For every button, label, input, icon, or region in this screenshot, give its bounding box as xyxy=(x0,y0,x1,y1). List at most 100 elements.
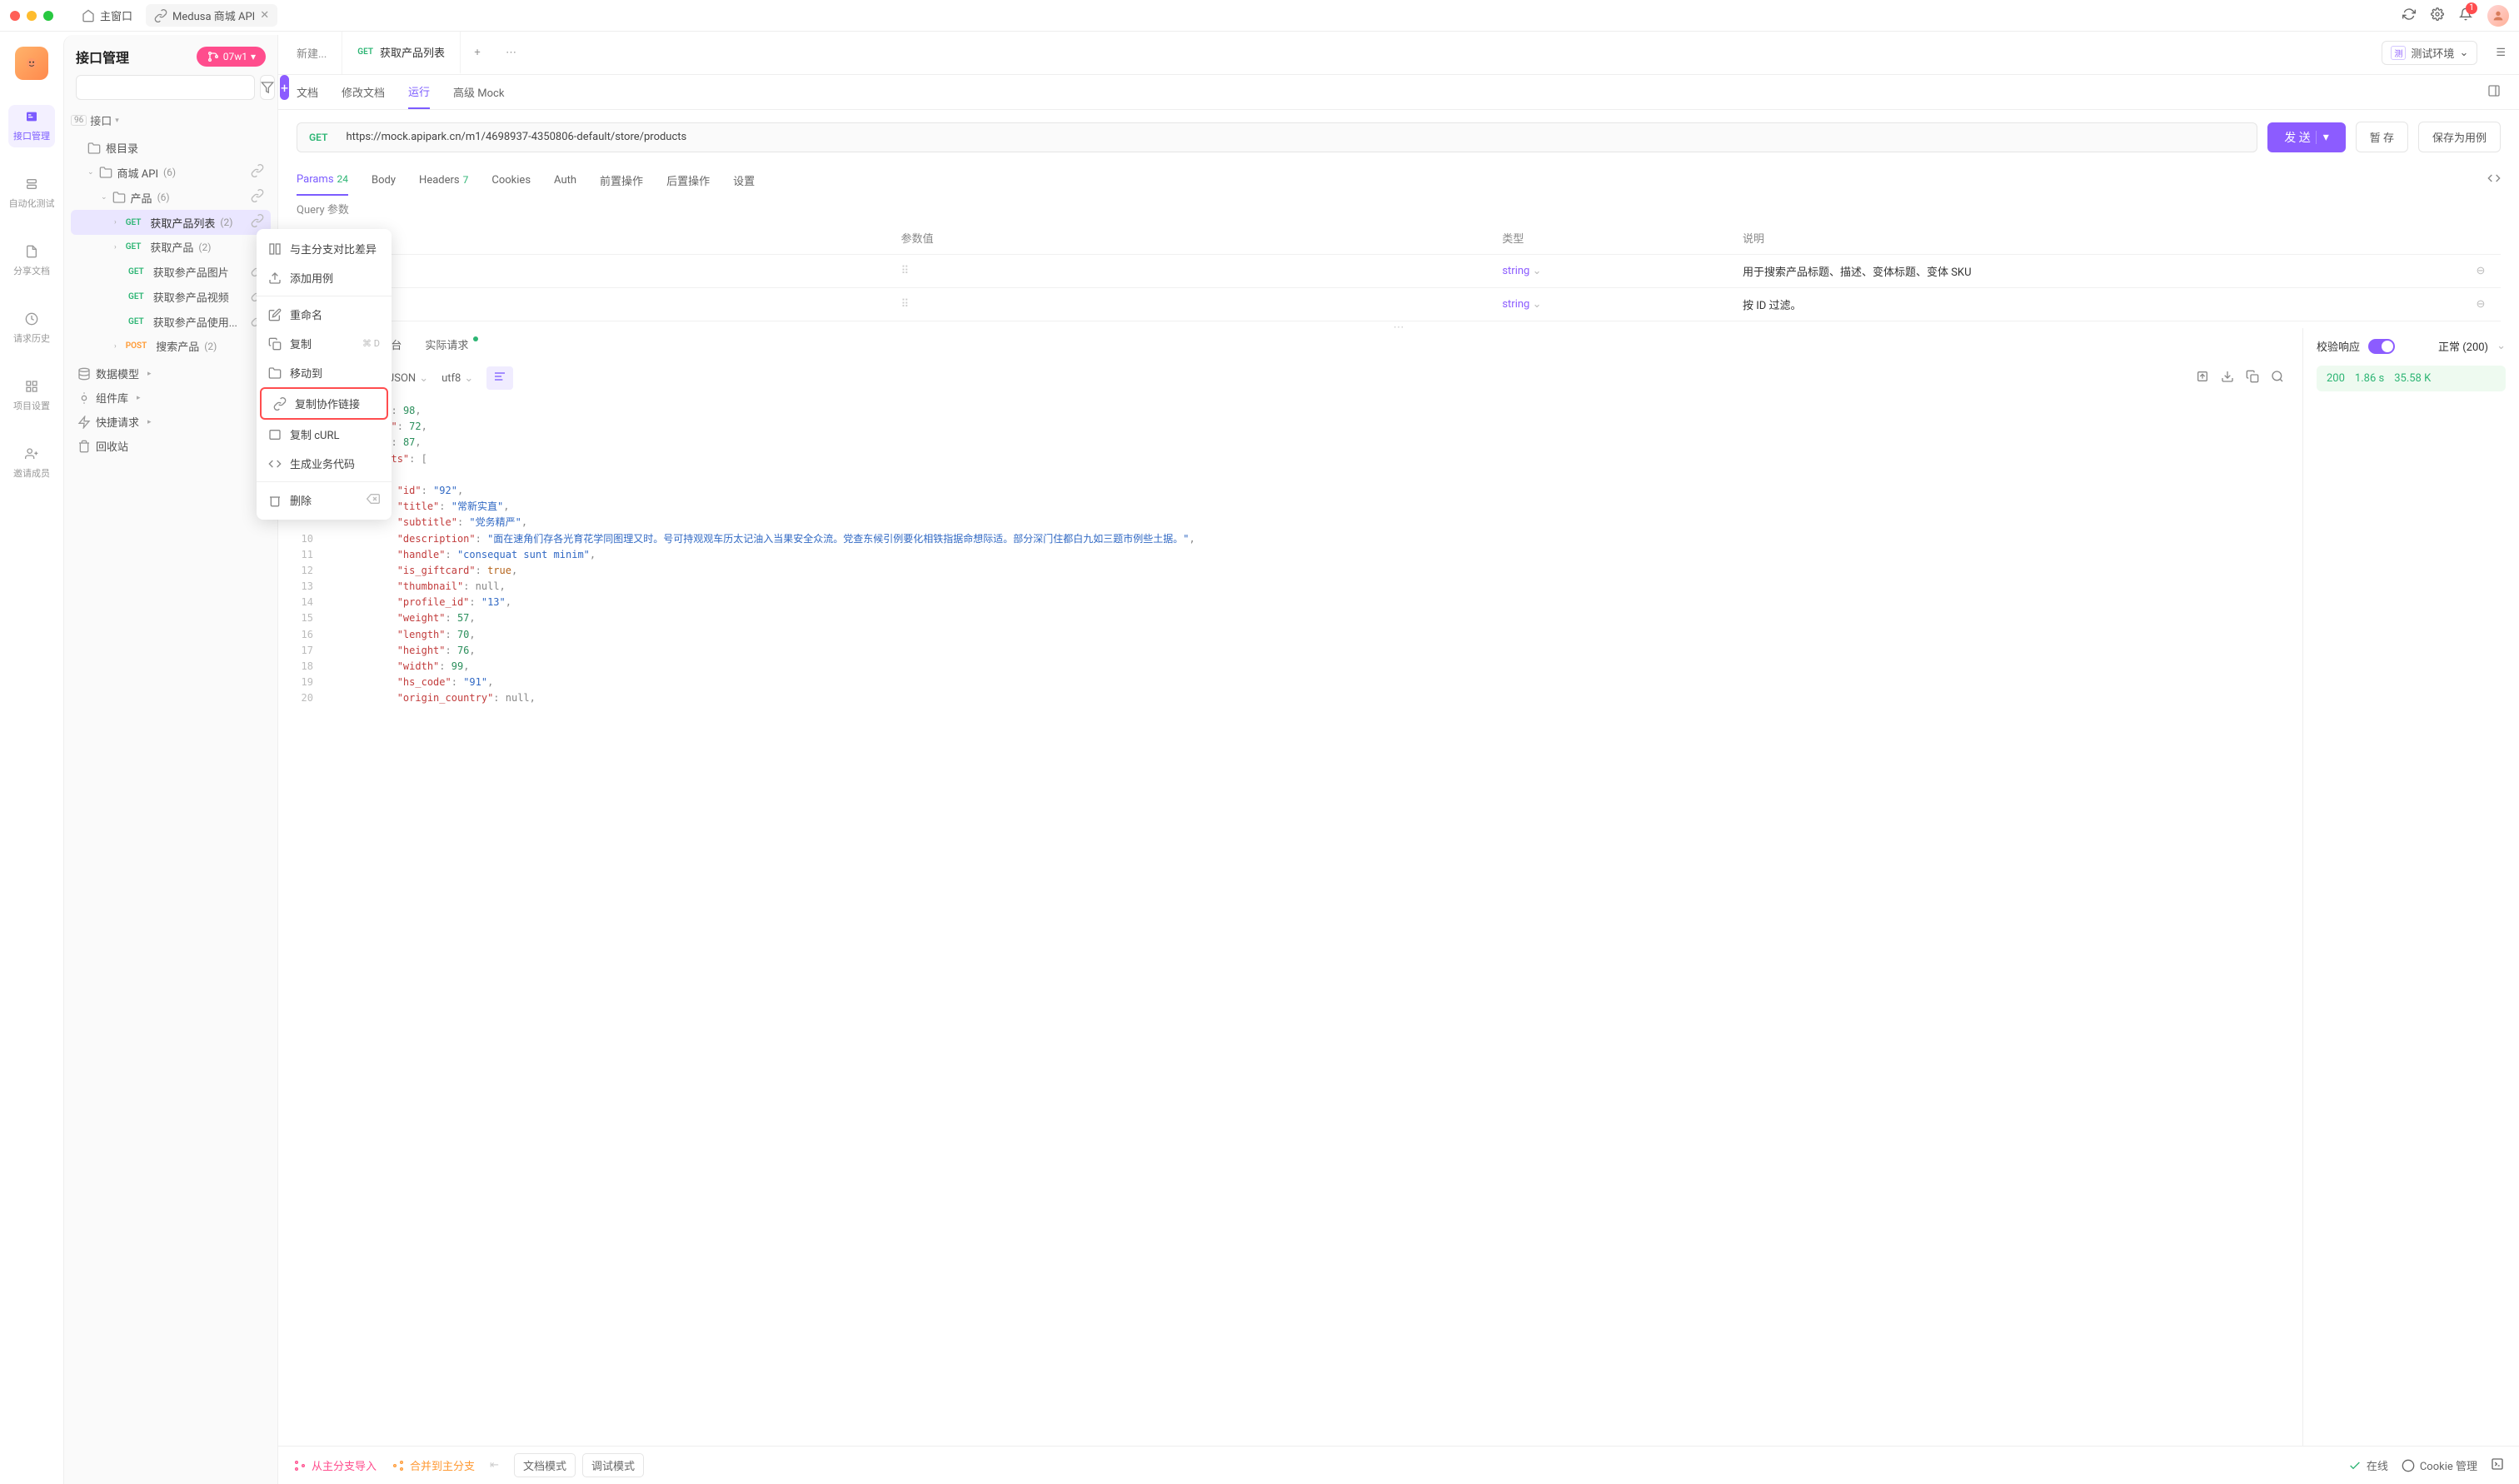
params-row[interactable]: ⠿ string ⌄ 用于搜索产品标题、描述、变体标题、变体 SKU ⊖ xyxy=(297,255,2501,288)
search-input[interactable] xyxy=(76,75,255,100)
chevron-down-icon[interactable]: ⌄ xyxy=(1533,298,1542,311)
subtab-run[interactable]: 运行 xyxy=(408,75,430,109)
drag-handle-icon[interactable]: ⠿ xyxy=(901,265,910,277)
menu-add-case[interactable]: 添加用例 xyxy=(257,263,392,292)
params-row[interactable]: ⠿ string ⌄ 按 ID 过滤。 ⊖ xyxy=(297,288,2501,321)
tree-folder-api[interactable]: ⌄ 商城 API (6) xyxy=(71,160,271,185)
rail-share-docs[interactable]: 分享文档 xyxy=(8,240,55,282)
tree-endpoint-0[interactable]: › GET 获取产品列表 (2) xyxy=(71,210,271,235)
link-icon[interactable] xyxy=(251,214,264,231)
footer-import[interactable]: 从主分支导入 xyxy=(293,1457,377,1473)
app-logo[interactable] xyxy=(15,47,48,80)
delete-row-icon[interactable]: ⊖ xyxy=(2464,298,2497,311)
collapse-icon[interactable]: ⇤ xyxy=(490,1459,499,1472)
close-window-button[interactable] xyxy=(10,11,20,21)
link-icon[interactable] xyxy=(251,164,264,181)
chevron-down-icon[interactable]: ⌄ xyxy=(2497,340,2506,352)
project-tab[interactable]: Medusa 商城 API ✕ xyxy=(146,4,277,27)
menu-delete[interactable]: 删除 xyxy=(257,486,392,515)
maximize-window-button[interactable] xyxy=(43,11,53,21)
paramtab-cookies[interactable]: Cookies xyxy=(491,164,531,196)
environment-selector[interactable]: 测 测试环境 ⌄ xyxy=(2382,41,2477,65)
resptab-actual[interactable]: 实际请求 xyxy=(425,336,478,352)
footer-cookie[interactable]: Cookie 管理 xyxy=(2402,1457,2477,1473)
settings-icon[interactable] xyxy=(2431,7,2444,24)
resize-handle[interactable]: ⋯ xyxy=(278,321,2519,328)
delete-row-icon[interactable]: ⊖ xyxy=(2464,265,2497,277)
code-view-icon[interactable] xyxy=(2487,172,2501,188)
method-selector[interactable]: GET xyxy=(297,132,339,143)
tool-json[interactable]: JSON ⌄ xyxy=(388,372,428,385)
footer-online[interactable]: 在线 xyxy=(2348,1457,2388,1473)
menu-gen-code[interactable]: 生成业务代码 xyxy=(257,449,392,478)
paramtab-params[interactable]: Params 24 xyxy=(297,164,348,196)
sidebar-data-models[interactable]: 数据模型 ▸ xyxy=(71,361,271,386)
search-response-icon[interactable] xyxy=(2271,370,2284,386)
link-icon[interactable] xyxy=(251,189,264,206)
tool-format[interactable] xyxy=(486,366,513,390)
subtab-edit-doc[interactable]: 修改文档 xyxy=(342,75,385,109)
user-avatar[interactable] xyxy=(2487,5,2509,27)
branch-selector[interactable]: 07w1 ▾ xyxy=(197,47,266,67)
rail-automation[interactable]: 自动化测试 xyxy=(4,172,60,215)
mode-debug-button[interactable]: 调试模式 xyxy=(582,1453,644,1477)
save-as-case-button[interactable]: 保存为用例 xyxy=(2418,122,2501,152)
tree-endpoint-2[interactable]: GET 获取参产品图片 xyxy=(71,259,271,284)
sidebar-components[interactable]: 组件库 ▸ xyxy=(71,386,271,410)
sidebar-quick-request[interactable]: 快捷请求 ▸ xyxy=(71,410,271,434)
subtab-mock[interactable]: 高级 Mock xyxy=(453,75,504,109)
notifications-icon[interactable]: 1 xyxy=(2459,7,2472,24)
tree-endpoint-1[interactable]: › GET 获取产品 (2) xyxy=(71,235,271,259)
copy-icon[interactable] xyxy=(2246,370,2259,386)
verify-toggle[interactable] xyxy=(2368,339,2395,354)
url-input[interactable]: GET https://mock.apipark.cn/m1/4698937-4… xyxy=(297,122,2257,152)
response-body[interactable]: "count": 98, "offset": 72, "limit": 87, … xyxy=(278,396,2302,1446)
paramtab-settings[interactable]: 设置 xyxy=(733,164,755,196)
menu-compare[interactable]: 与主分支对比差异 xyxy=(257,234,392,263)
rail-invite[interactable]: 邀请成员 xyxy=(8,442,55,485)
chevron-down-icon[interactable]: ⌄ xyxy=(1533,265,1542,277)
menu-rename[interactable]: 重命名 xyxy=(257,300,392,329)
api-section-header[interactable]: 96 接口 ▾ xyxy=(64,108,277,132)
export-icon[interactable] xyxy=(2196,370,2209,386)
add-tab-button[interactable]: + xyxy=(461,47,494,59)
minimize-window-button[interactable] xyxy=(27,11,37,21)
drag-handle-icon[interactable]: ⠿ xyxy=(901,298,910,311)
paramtab-post[interactable]: 后置操作 xyxy=(666,164,710,196)
panel-toggle-icon[interactable] xyxy=(2487,84,2501,101)
tree-endpoint-3[interactable]: GET 获取参产品视频 xyxy=(71,284,271,309)
tool-encoding[interactable]: utf8 ⌄ xyxy=(441,372,473,385)
tree-folder-products[interactable]: ⌄ 产品 (6) xyxy=(71,185,271,210)
temp-save-button[interactable]: 暂 存 xyxy=(2356,122,2408,152)
paramtab-auth[interactable]: Auth xyxy=(554,164,576,196)
close-tab-icon[interactable]: ✕ xyxy=(260,9,269,22)
download-icon[interactable] xyxy=(2221,370,2234,386)
send-dropdown-icon[interactable]: ▾ xyxy=(2316,131,2329,144)
rail-api-management[interactable]: 接口管理 xyxy=(8,105,55,147)
mode-doc-button[interactable]: 文档模式 xyxy=(514,1453,576,1477)
menu-copy[interactable]: 复制 ⌘ D xyxy=(257,329,392,358)
rail-history[interactable]: 请求历史 xyxy=(8,307,55,350)
sidebar-trash[interactable]: 回收站 xyxy=(71,434,271,458)
menu-copy-link[interactable]: 复制协作链接 xyxy=(260,387,388,420)
paramtab-pre[interactable]: 前置操作 xyxy=(600,164,643,196)
tree-endpoint-5[interactable]: › POST 搜索产品 (2) xyxy=(71,334,271,358)
paramtab-headers[interactable]: Headers 7 xyxy=(419,164,468,196)
home-tab[interactable]: 主窗口 xyxy=(73,4,141,27)
tree-root[interactable]: 根目录 xyxy=(71,136,271,160)
tab-new[interactable]: 新建... xyxy=(282,32,342,74)
footer-merge[interactable]: 合并到主分支 xyxy=(392,1457,475,1473)
paramtab-body[interactable]: Body xyxy=(372,164,396,196)
filter-button[interactable] xyxy=(260,75,275,100)
rail-project-settings[interactable]: 项目设置 xyxy=(8,375,55,417)
more-tabs-button[interactable]: ⋯ xyxy=(494,47,528,59)
subtab-doc[interactable]: 文档 xyxy=(297,75,318,109)
send-button[interactable]: 发 送 ▾ xyxy=(2267,122,2346,152)
menu-move[interactable]: 移动到 xyxy=(257,358,392,387)
menu-button[interactable]: ☰ xyxy=(2486,47,2516,59)
tree-endpoint-4[interactable]: GET 获取参产品使用... xyxy=(71,309,271,334)
terminal-icon[interactable] xyxy=(2491,1457,2504,1474)
menu-copy-curl[interactable]: 复制 cURL xyxy=(257,420,392,449)
tab-endpoint[interactable]: GET 获取产品列表 xyxy=(342,32,461,74)
refresh-icon[interactable] xyxy=(2402,7,2416,24)
